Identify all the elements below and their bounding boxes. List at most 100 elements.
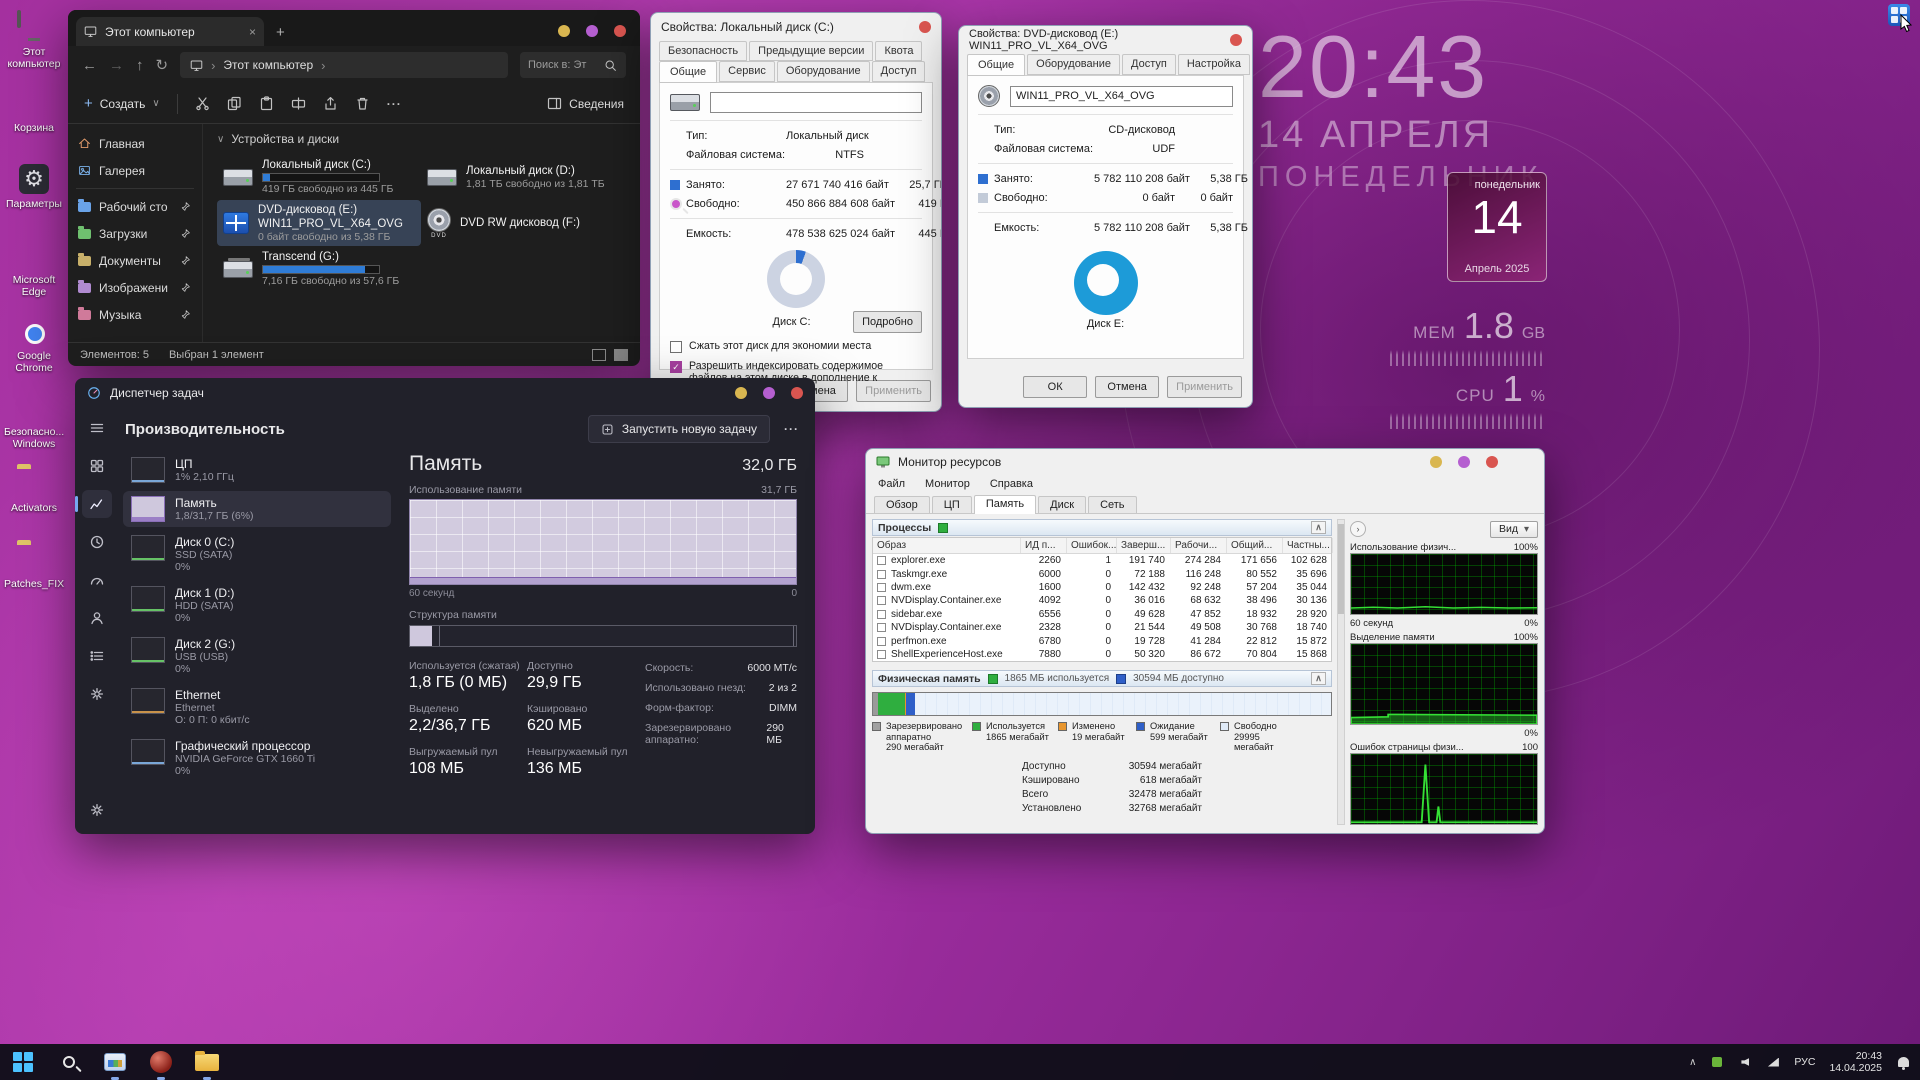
expand-icon[interactable]: › — [1350, 521, 1366, 537]
language-indicator[interactable]: РУС — [1794, 1056, 1815, 1068]
cancel-button[interactable]: Отмена — [1095, 376, 1159, 398]
table-header[interactable]: ОбразИД п...Ошибок...Заверш...Рабочи...О… — [873, 538, 1331, 554]
perf-card-memory-selected[interactable]: Память1,8/31,7 ГБ (6%) — [123, 491, 391, 527]
desktop-icon-patches[interactable]: Patches_FIX — [4, 540, 64, 616]
desktop-icon-settings[interactable]: ⚙ Параметры — [4, 160, 64, 236]
startup-apps-icon[interactable] — [82, 566, 112, 594]
sidebar-item-desktop[interactable]: Рабочий сто — [68, 193, 202, 220]
sidebar-item-pictures[interactable]: Изображени — [68, 274, 202, 301]
run-new-task-button[interactable]: Запустить новую задачу — [588, 415, 770, 443]
perf-card-cpu[interactable]: ЦП1% 2,10 ГГц — [123, 452, 391, 488]
list-view-icon[interactable] — [592, 349, 606, 361]
thumbnail-view-icon[interactable] — [614, 349, 628, 361]
maximize-button[interactable] — [1458, 456, 1470, 468]
address-bar[interactable]: › Этот компьютер › — [180, 52, 508, 78]
view-dropdown[interactable]: Вид ▾ — [1490, 521, 1538, 538]
taskbar-explorer-icon[interactable] — [194, 1049, 220, 1075]
desktop-icon-recycle-bin[interactable]: Корзина — [4, 84, 64, 160]
users-icon[interactable] — [82, 604, 112, 632]
app-history-icon[interactable] — [82, 528, 112, 556]
table-row[interactable]: perfmon.exe 6780019 72841 28422 81215 87… — [873, 634, 1331, 647]
volume-icon[interactable] — [1738, 1056, 1752, 1068]
menu-monitor[interactable]: Монитор — [925, 478, 970, 490]
forward-icon[interactable]: → — [109, 57, 124, 74]
nvidia-tray-icon[interactable] — [1710, 1056, 1724, 1068]
scrollbar[interactable] — [1337, 519, 1345, 825]
drive-item-c[interactable]: Локальный диск (C:) 419 ГБ свободно из 4… — [217, 154, 421, 200]
tab-hardware[interactable]: Оборудование — [777, 61, 870, 82]
tray-expand-icon[interactable]: ∧ — [1689, 1057, 1696, 1068]
desktop-icon-activators[interactable]: Activators — [4, 464, 64, 540]
tab-sharing[interactable]: Доступ — [872, 61, 926, 82]
tab-security[interactable]: Безопасность — [659, 41, 747, 61]
performance-icon[interactable] — [82, 490, 112, 518]
settings-gear-icon[interactable] — [82, 796, 112, 824]
apply-button[interactable]: Применить — [1167, 376, 1242, 398]
tab-overview[interactable]: Обзор — [874, 496, 930, 513]
drive-item-d[interactable]: Локальный диск (D:) 1,81 ТБ свободно из … — [421, 154, 625, 200]
table-row[interactable]: dwm.exe 16000142 43292 24857 20435 044 — [873, 581, 1331, 594]
paste-icon[interactable] — [259, 96, 274, 111]
tab-customize[interactable]: Настройка — [1178, 54, 1250, 75]
row-checkbox[interactable] — [877, 583, 886, 592]
copy-icon[interactable] — [227, 96, 242, 111]
checkbox-unchecked[interactable] — [670, 341, 682, 353]
tab-network[interactable]: Сеть — [1088, 496, 1136, 513]
desktop-icon-edge[interactable]: Microsoft Edge — [4, 236, 64, 312]
table-row[interactable]: sidebar.exe 6556049 62847 85218 93228 92… — [873, 608, 1331, 621]
details-button[interactable]: Подробно — [853, 311, 922, 333]
processes-icon[interactable] — [82, 452, 112, 480]
row-checkbox[interactable] — [877, 623, 886, 632]
taskbar-clock[interactable]: 20:43 14.04.2025 — [1829, 1050, 1882, 1075]
tab-quota[interactable]: Квота — [875, 41, 922, 61]
perf-card-disk1[interactable]: Диск 1 (D:)HDD (SATA)0% — [123, 581, 391, 629]
tab-memory[interactable]: Память — [974, 495, 1036, 514]
search-input[interactable] — [528, 59, 598, 71]
new-button[interactable]: + Создать ∨ — [84, 95, 160, 112]
perf-card-gpu[interactable]: Графический процессорNVIDIA GeForce GTX … — [123, 734, 391, 782]
desktop-icon-this-pc[interactable]: Этот компьютер — [4, 8, 64, 84]
row-checkbox[interactable] — [877, 596, 886, 605]
services-icon[interactable] — [82, 680, 112, 708]
start-button[interactable] — [10, 1049, 36, 1075]
group-header[interactable]: ∨ Устройства и диски — [217, 132, 640, 146]
tab-sharing[interactable]: Доступ — [1122, 54, 1176, 75]
tab-hardware[interactable]: Оборудование — [1027, 54, 1120, 75]
row-checkbox[interactable] — [877, 650, 886, 659]
up-icon[interactable]: ↑ — [136, 57, 144, 74]
perf-card-ethernet[interactable]: EthernetEthernetО: 0 П: 0 кбит/с — [123, 683, 391, 731]
new-tab-button[interactable]: + — [276, 24, 285, 41]
search-box[interactable] — [520, 52, 626, 78]
network-icon[interactable] — [1766, 1056, 1780, 1068]
row-checkbox[interactable] — [877, 570, 886, 579]
volume-label-input[interactable] — [1010, 86, 1233, 107]
titlebar[interactable]: Свойства: Локальный диск (C:) — [651, 13, 941, 41]
table-row[interactable]: explorer.exe 22601191 740274 284171 6561… — [873, 554, 1331, 567]
close-button[interactable] — [1230, 34, 1242, 46]
more-options-icon[interactable]: ··· — [784, 422, 799, 436]
perf-card-disk2[interactable]: Диск 2 (G:)USB (USB)0% — [123, 632, 391, 680]
close-button[interactable] — [614, 25, 626, 37]
physical-memory-section-header[interactable]: Физическая память 1865 МБ используется 3… — [872, 670, 1332, 687]
compress-checkbox-row[interactable]: Сжать этот диск для экономии места — [670, 340, 922, 353]
taskbar-search-icon[interactable] — [56, 1049, 82, 1075]
sidebar-item-gallery[interactable]: Галерея — [68, 157, 202, 184]
drive-item-f[interactable]: DVD DVD RW дисковод (F:) — [421, 200, 625, 246]
minimize-button[interactable] — [558, 25, 570, 37]
row-checkbox[interactable] — [877, 637, 886, 646]
cut-icon[interactable] — [195, 96, 210, 111]
details-pane-button[interactable]: Сведения — [547, 96, 624, 111]
ok-button[interactable]: ОК — [1023, 376, 1087, 398]
taskbar-task-manager-icon[interactable] — [102, 1049, 128, 1075]
share-icon[interactable] — [323, 96, 338, 111]
drive-item-g[interactable]: Transcend (G:) 7,16 ГБ свободно из 57,6 … — [217, 246, 421, 292]
menu-file[interactable]: Файл — [878, 478, 905, 490]
table-row[interactable]: NVDisplay.Container.exe 2328021 54449 50… — [873, 621, 1331, 634]
tab-previous-versions[interactable]: Предыдущие версии — [749, 41, 873, 61]
table-row[interactable]: NVDisplay.Container.exe 4092036 01668 63… — [873, 594, 1331, 607]
collapse-icon[interactable]: ∧ — [1311, 672, 1326, 685]
details-icon[interactable] — [82, 642, 112, 670]
sidebar-item-music[interactable]: Музыка — [68, 301, 202, 328]
more-options-icon[interactable]: ··· — [387, 97, 402, 111]
perf-card-disk0[interactable]: Диск 0 (C:)SSD (SATA)0% — [123, 530, 391, 578]
